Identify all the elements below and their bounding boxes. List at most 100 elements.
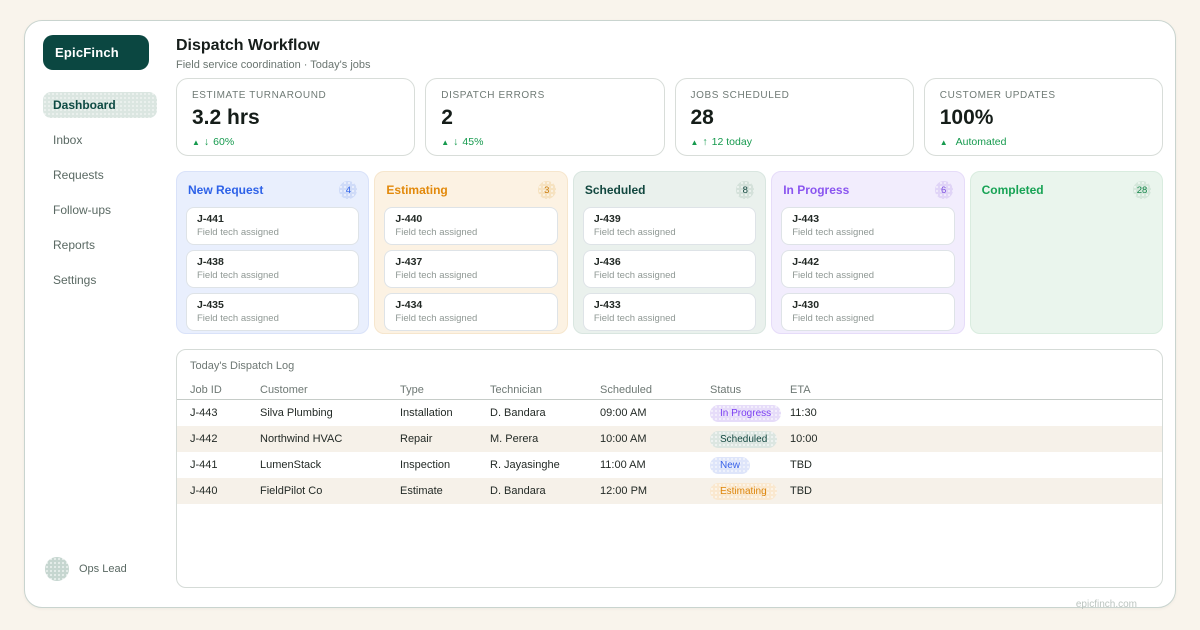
job-card-note: Field tech assigned bbox=[395, 313, 546, 324]
job-card[interactable]: J-437 Field tech assigned bbox=[384, 250, 557, 288]
job-card-note: Field tech assigned bbox=[594, 313, 745, 324]
dispatch-log-row[interactable]: J-441 LumenStack Inspection R. Jayasingh… bbox=[177, 452, 1162, 478]
kanban-column: New Request 4 J-441 Field tech assigned … bbox=[176, 171, 369, 334]
sidebar-item[interactable]: Settings bbox=[43, 267, 157, 293]
job-card[interactable]: J-439 Field tech assigned bbox=[583, 207, 756, 245]
kpi-delta: ▲ ↑ 12 today bbox=[691, 136, 898, 148]
dispatch-log-column-header: Type bbox=[400, 384, 490, 396]
kpi-card: JOBS SCHEDULED 28 ▲ ↑ 12 today bbox=[675, 78, 914, 156]
dispatch-log-column-header: Status bbox=[710, 384, 790, 396]
app-window: EpicFinch Dashboard Inbox Requests Follo… bbox=[24, 20, 1176, 608]
kpi-label: DISPATCH ERRORS bbox=[441, 90, 648, 101]
kpi-delta-label: 45% bbox=[462, 136, 483, 148]
main-content: Dispatch Workflow Field service coordina… bbox=[176, 31, 1163, 588]
sidebar-item[interactable]: Requests bbox=[43, 162, 157, 188]
kpi-row: ESTIMATE TURNAROUND 3.2 hrs ▲ ↓ 60% DISP… bbox=[176, 78, 1163, 156]
dispatch-log-row[interactable]: J-440 FieldPilot Co Estimate D. Bandara … bbox=[177, 478, 1162, 504]
cell-job-id: J-441 bbox=[190, 459, 260, 471]
kpi-delta-label: Automated bbox=[956, 136, 1007, 148]
sidebar-item-label: Settings bbox=[53, 273, 96, 287]
cell-type: Inspection bbox=[400, 459, 490, 471]
cell-type: Repair bbox=[400, 433, 490, 445]
cell-technician: D. Bandara bbox=[490, 407, 600, 419]
job-card-id: J-439 bbox=[594, 213, 745, 225]
kpi-label: JOBS SCHEDULED bbox=[691, 90, 898, 101]
avatar bbox=[45, 557, 69, 581]
sidebar-item-label: Requests bbox=[53, 168, 104, 182]
kanban-column-count-badge: 6 bbox=[935, 181, 953, 199]
dispatch-log-column-header: Job ID bbox=[190, 384, 260, 396]
cell-technician: R. Jayasinghe bbox=[490, 459, 600, 471]
job-card[interactable]: J-440 Field tech assigned bbox=[384, 207, 557, 245]
cell-customer: Silva Plumbing bbox=[260, 407, 400, 419]
sidebar-item[interactable]: Inbox bbox=[43, 127, 157, 153]
kpi-value: 100% bbox=[940, 106, 1147, 130]
kanban-column-title: New Request bbox=[188, 183, 263, 197]
kanban-card-list: J-443 Field tech assigned J-442 Field te… bbox=[781, 207, 954, 331]
user-role-label: Ops Lead bbox=[79, 563, 127, 575]
user-profile[interactable]: Ops Lead bbox=[45, 557, 127, 581]
dispatch-log-panel: Today's Dispatch Log Job IDCustomerTypeT… bbox=[176, 349, 1163, 588]
cell-status: Estimating bbox=[710, 483, 790, 500]
cell-status: Scheduled bbox=[710, 431, 790, 448]
kpi-delta: ▲ ↓ 45% bbox=[441, 136, 648, 148]
job-card[interactable]: J-430 Field tech assigned bbox=[781, 293, 954, 331]
job-card-note: Field tech assigned bbox=[594, 270, 745, 281]
job-card-note: Field tech assigned bbox=[792, 227, 943, 238]
job-card[interactable]: J-443 Field tech assigned bbox=[781, 207, 954, 245]
sidebar-item[interactable]: Follow-ups bbox=[43, 197, 157, 223]
job-card-id: J-433 bbox=[594, 299, 745, 311]
job-card[interactable]: J-435 Field tech assigned bbox=[186, 293, 359, 331]
cell-eta: TBD bbox=[790, 485, 1149, 497]
job-card[interactable]: J-442 Field tech assigned bbox=[781, 250, 954, 288]
dispatch-log-title: Today's Dispatch Log bbox=[177, 358, 1162, 381]
status-badge: New bbox=[710, 457, 750, 474]
kpi-delta: ▲ Automated bbox=[940, 136, 1147, 148]
job-card-id: J-441 bbox=[197, 213, 348, 225]
kanban-card-list: J-439 Field tech assigned J-436 Field te… bbox=[583, 207, 756, 331]
brand-logo: EpicFinch bbox=[43, 35, 149, 70]
cell-eta: TBD bbox=[790, 459, 1149, 471]
page-title: Dispatch Workflow bbox=[176, 37, 1163, 55]
cell-scheduled: 11:00 AM bbox=[600, 459, 710, 471]
trend-triangle-icon: ▲ bbox=[691, 138, 699, 147]
sidebar-nav: Dashboard Inbox Requests Follow-ups Repo… bbox=[43, 92, 173, 293]
kpi-value: 2 bbox=[441, 106, 648, 130]
dispatch-log-row[interactable]: J-443 Silva Plumbing Installation D. Ban… bbox=[177, 400, 1162, 426]
kanban-column-title: Estimating bbox=[386, 183, 447, 197]
kanban-column: Scheduled 8 J-439 Field tech assigned J-… bbox=[573, 171, 766, 334]
kanban-column-title: Scheduled bbox=[585, 183, 646, 197]
kanban-column-header: Scheduled 8 bbox=[583, 181, 756, 199]
dispatch-log-row[interactable]: J-442 Northwind HVAC Repair M. Perera 10… bbox=[177, 426, 1162, 452]
job-card-note: Field tech assigned bbox=[197, 270, 348, 281]
job-card[interactable]: J-433 Field tech assigned bbox=[583, 293, 756, 331]
sidebar-item[interactable]: Dashboard bbox=[43, 92, 157, 118]
kpi-card: DISPATCH ERRORS 2 ▲ ↓ 45% bbox=[425, 78, 664, 156]
kanban-column-header: New Request 4 bbox=[186, 181, 359, 199]
kanban-column: Estimating 3 J-440 Field tech assigned J… bbox=[374, 171, 567, 334]
job-card-id: J-436 bbox=[594, 256, 745, 268]
sidebar-item-label: Follow-ups bbox=[53, 203, 111, 217]
job-card-id: J-440 bbox=[395, 213, 546, 225]
kanban-column-count-badge: 28 bbox=[1133, 181, 1151, 199]
sidebar-item-label: Reports bbox=[53, 238, 95, 252]
kpi-label: ESTIMATE TURNAROUND bbox=[192, 90, 399, 101]
job-card-note: Field tech assigned bbox=[197, 313, 348, 324]
cell-customer: Northwind HVAC bbox=[260, 433, 400, 445]
trend-direction-icon: ↓ bbox=[453, 136, 458, 148]
sidebar-item[interactable]: Reports bbox=[43, 232, 157, 258]
cell-customer: LumenStack bbox=[260, 459, 400, 471]
job-card-id: J-430 bbox=[792, 299, 943, 311]
job-card[interactable]: J-434 Field tech assigned bbox=[384, 293, 557, 331]
job-card[interactable]: J-436 Field tech assigned bbox=[583, 250, 756, 288]
job-card[interactable]: J-441 Field tech assigned bbox=[186, 207, 359, 245]
job-card[interactable]: J-438 Field tech assigned bbox=[186, 250, 359, 288]
status-badge: In Progress bbox=[710, 405, 781, 422]
cell-technician: M. Perera bbox=[490, 433, 600, 445]
cell-eta: 11:30 bbox=[790, 407, 1149, 419]
kanban-column-header: Estimating 3 bbox=[384, 181, 557, 199]
kpi-delta: ▲ ↓ 60% bbox=[192, 136, 399, 148]
sidebar-item-label: Inbox bbox=[53, 133, 82, 147]
cell-scheduled: 10:00 AM bbox=[600, 433, 710, 445]
kpi-card: ESTIMATE TURNAROUND 3.2 hrs ▲ ↓ 60% bbox=[176, 78, 415, 156]
